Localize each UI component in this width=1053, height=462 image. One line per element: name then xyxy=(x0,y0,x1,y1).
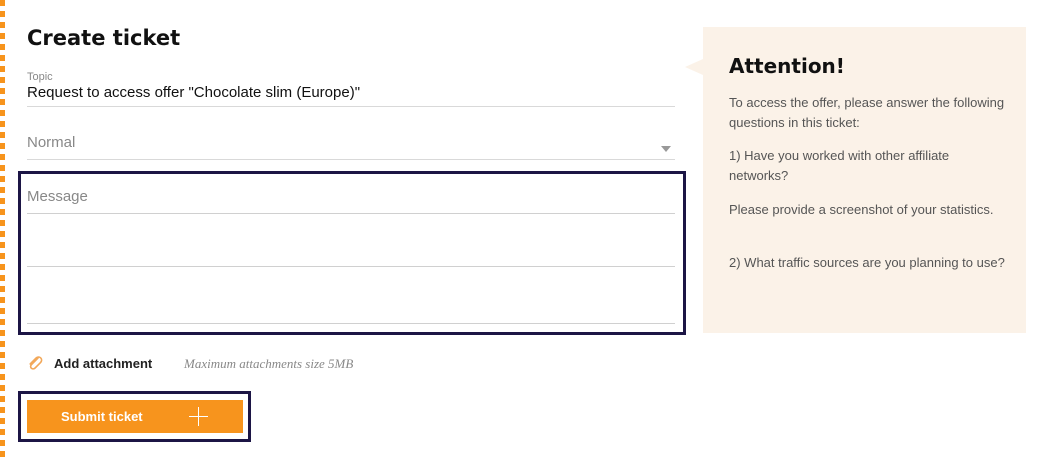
attachment-row: Add attachment Maximum attachments size … xyxy=(27,352,527,374)
decorative-stripe xyxy=(0,0,5,462)
submit-ticket-button[interactable]: Submit ticket xyxy=(27,400,243,433)
paperclip-icon[interactable] xyxy=(27,354,43,372)
message-placeholder: Message xyxy=(27,188,88,205)
attachment-size-note: Maximum attachments size 5MB xyxy=(184,356,354,371)
topic-value[interactable]: Request to access offer "Chocolate slim … xyxy=(27,84,360,101)
plus-icon xyxy=(189,407,208,426)
submit-ticket-label: Submit ticket xyxy=(61,409,143,424)
message-textarea[interactable]: Message xyxy=(18,171,686,335)
submit-focus-frame: Submit ticket xyxy=(18,391,251,442)
attention-paragraph: To access the offer, please answer the f… xyxy=(729,95,1005,130)
message-line xyxy=(27,266,675,267)
priority-select[interactable]: Normal xyxy=(27,126,675,160)
topic-label: Topic xyxy=(27,71,53,83)
attention-paragraph: Please provide a screenshot of your stat… xyxy=(729,202,994,217)
topic-field[interactable]: Topic Request to access offer "Chocolate… xyxy=(27,70,675,107)
page-title: Create ticket xyxy=(27,26,181,50)
priority-value: Normal xyxy=(27,134,76,151)
add-attachment-link[interactable]: Add attachment xyxy=(54,356,152,371)
attention-paragraph: 2) What traffic sources are you planning… xyxy=(729,255,1005,270)
attention-panel: Attention! To access the offer, please a… xyxy=(685,27,1026,333)
chevron-down-icon[interactable] xyxy=(661,146,671,152)
message-line xyxy=(27,213,675,214)
attention-paragraph: 1) Have you worked with other affiliate … xyxy=(729,148,950,183)
message-line xyxy=(27,323,675,324)
attention-notch xyxy=(685,59,703,75)
attention-title: Attention! xyxy=(729,54,845,78)
